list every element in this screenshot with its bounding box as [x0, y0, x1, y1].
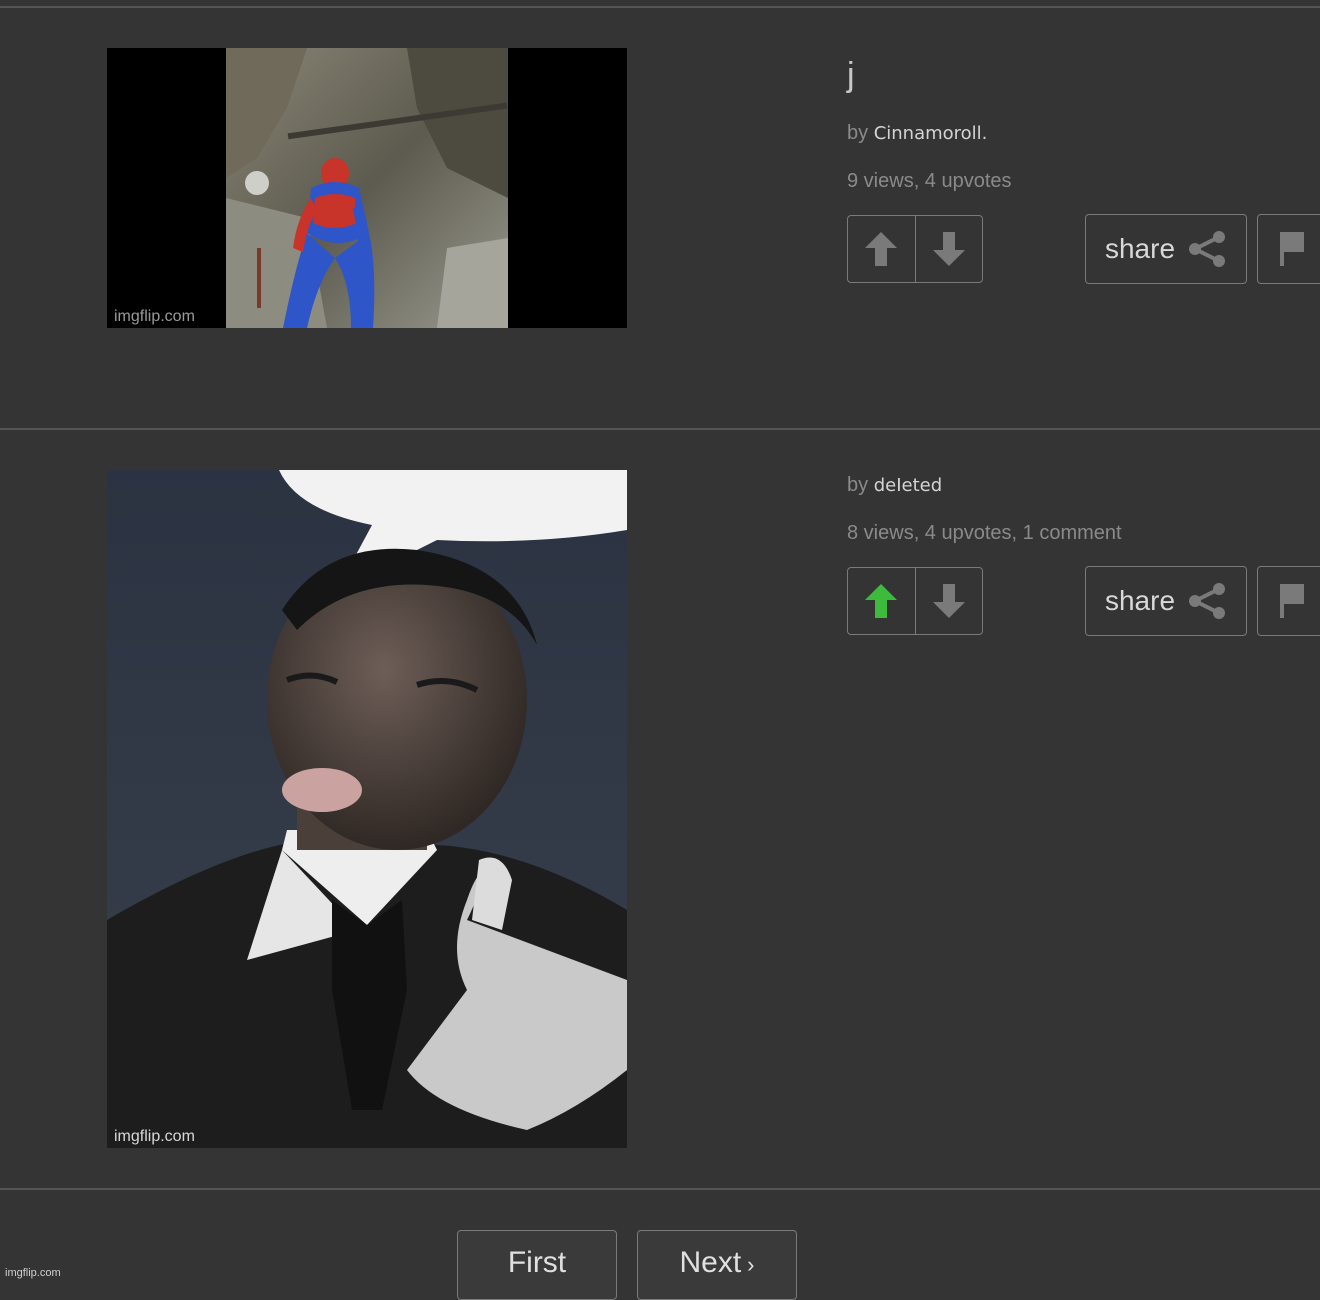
post-card-1: imgflip.com j by Cinnamoroll. 9 views, 4…	[0, 0, 1320, 428]
downvote-button[interactable]	[914, 216, 983, 282]
upvote-button[interactable]	[848, 568, 915, 634]
author-link[interactable]: deIeted	[874, 475, 942, 496]
image-watermark: imgflip.com	[114, 1128, 195, 1145]
post-image-1[interactable]: imgflip.com	[107, 48, 627, 328]
arrow-down-icon	[932, 584, 965, 618]
post-stats: 8 views, 4 upvotes, 1 comment	[847, 522, 1122, 544]
downvote-button[interactable]	[914, 568, 983, 634]
arrow-up-icon	[865, 232, 898, 266]
spiderman-gif-image: imgflip.com	[107, 48, 627, 328]
arrow-up-icon	[865, 584, 898, 618]
man-thinking-gif-image: imgflip.com	[107, 470, 627, 1148]
author-link[interactable]: Cinnamoroll.	[874, 123, 988, 144]
arrow-down-icon	[932, 232, 965, 266]
share-button[interactable]: share	[1085, 566, 1247, 636]
first-page-label: First	[507, 1246, 567, 1279]
share-label: share	[1104, 233, 1176, 264]
post-stats: 9 views, 4 upvotes	[847, 170, 1012, 192]
by-label: by	[847, 122, 869, 144]
share-icon	[1189, 231, 1226, 267]
flag-button[interactable]	[1257, 566, 1320, 636]
vote-group	[847, 215, 983, 283]
post-image-2[interactable]: imgflip.com	[107, 470, 627, 1148]
flag-button[interactable]	[1257, 214, 1320, 284]
site-watermark: imgflip.com	[5, 1267, 61, 1279]
post-author-line: by deIeted	[847, 474, 942, 497]
share-label: share	[1104, 585, 1176, 616]
post-author-line: by Cinnamoroll.	[847, 122, 987, 145]
by-label: by	[847, 474, 869, 496]
post-title[interactable]: j	[847, 58, 855, 92]
upvote-button[interactable]	[848, 216, 915, 282]
image-watermark: imgflip.com	[114, 308, 195, 325]
chevron-right-icon: ›	[747, 1252, 755, 1277]
flag-icon	[1280, 232, 1304, 266]
post-card-2: imgflip.com by deIeted 8 views, 4 upvote…	[0, 430, 1320, 1188]
bottom-divider	[0, 1188, 1320, 1190]
next-page-label: Next	[679, 1246, 742, 1279]
vote-group	[847, 567, 983, 635]
share-button[interactable]: share	[1085, 214, 1247, 284]
next-page-button[interactable]: Next ›	[637, 1230, 797, 1300]
share-icon	[1189, 583, 1226, 619]
flag-icon	[1280, 584, 1304, 618]
first-page-button[interactable]: First	[457, 1230, 617, 1300]
